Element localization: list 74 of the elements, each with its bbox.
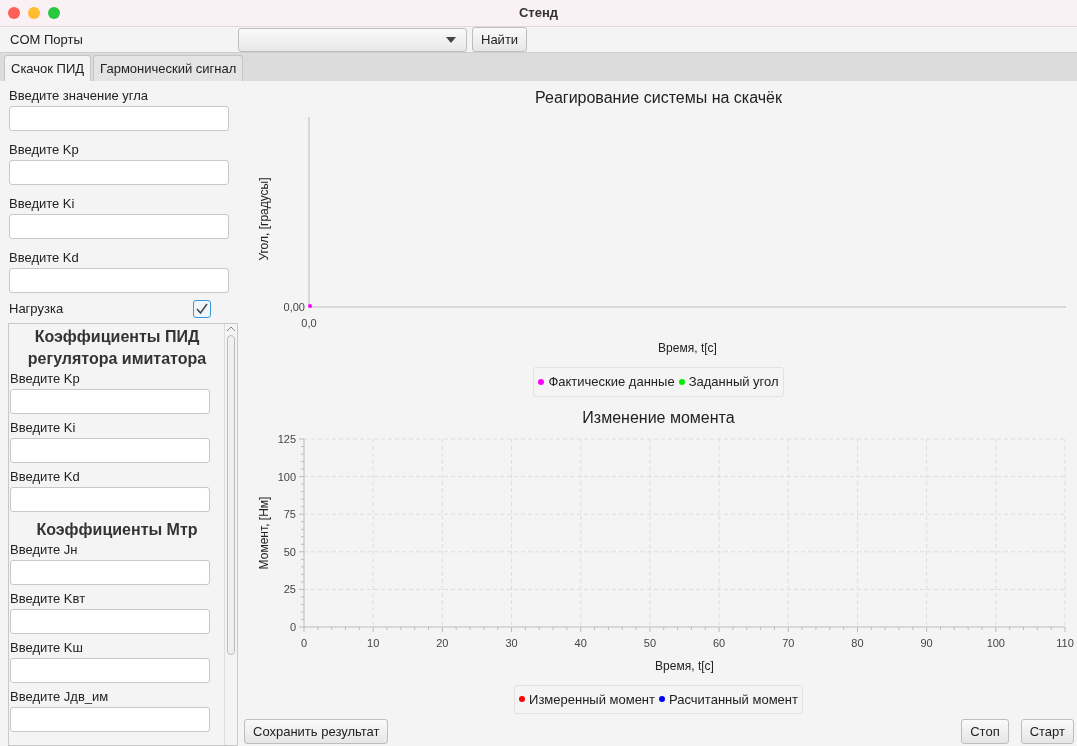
input-field[interactable] [10, 388, 210, 414]
stop-button[interactable]: Стоп [961, 719, 1009, 744]
tick-label: 0 [300, 636, 308, 649]
tick-label: 50 [283, 545, 296, 558]
tick-label: 90 [920, 636, 933, 649]
tick-label: 25 [283, 582, 296, 595]
scroll-thumb[interactable] [227, 334, 235, 655]
tick-label: 30 [505, 636, 518, 649]
field-label: Введите Kш [10, 638, 84, 656]
save-result-button[interactable]: Сохранить результат [244, 719, 389, 744]
tick-label: 0 [289, 620, 296, 633]
input-field[interactable] [10, 437, 210, 463]
input-field[interactable] [10, 559, 210, 585]
start-button[interactable]: Старт [1020, 719, 1074, 744]
axis-title: Время, t[c] [658, 341, 717, 355]
close-button[interactable] [8, 7, 20, 19]
field-label: Введите Kp [9, 141, 80, 158]
axis-title: Угол, [градусы] [257, 177, 271, 261]
field-label: Введите Kp [10, 369, 81, 387]
port-dropdown[interactable] [238, 27, 467, 52]
field-label: Введите Kвт [10, 589, 87, 607]
scrollbar[interactable] [224, 323, 237, 745]
input-field[interactable] [9, 160, 229, 185]
field-label: Введите Kd [10, 467, 81, 485]
input-field[interactable] [10, 657, 210, 683]
section-heading: Коэффициенты Мтр [35, 519, 199, 540]
tick-label: 40 [574, 636, 587, 649]
axis-title: Момент, [Нм] [257, 496, 271, 569]
input-field[interactable] [10, 706, 210, 732]
tick-label: 50 [643, 636, 657, 649]
toolbar-label: COM Порты [9, 30, 84, 49]
field-label: Введите Jн [10, 540, 79, 558]
tick-label: 100 [986, 636, 1005, 649]
caret-icon [446, 36, 456, 43]
tick-label: 110 [1056, 636, 1074, 649]
chart-title: Изменение момента [581, 407, 736, 428]
legend-label: Фактические данные [548, 373, 675, 391]
field-label: Введите Ki [9, 195, 76, 212]
minimize-button[interactable] [28, 7, 40, 19]
tick-label: 70 [782, 636, 795, 649]
field-label: Введите Ki [10, 418, 77, 436]
tab[interactable]: Гармонический сигнал [93, 55, 244, 81]
tick-label: 20 [436, 636, 449, 649]
tick-label: 10 [367, 636, 380, 649]
input-field[interactable] [10, 608, 210, 634]
tab[interactable]: Скачок ПИД [4, 55, 92, 81]
input-field[interactable] [10, 486, 210, 512]
field-label: Введите значение угла [9, 87, 149, 104]
input-field[interactable] [9, 214, 229, 239]
field-label: Введите Jдв_им [10, 687, 110, 705]
tick-label: 100 [277, 470, 296, 483]
input-field[interactable] [9, 106, 229, 131]
tick-label: 0,0 [301, 317, 317, 329]
find-button[interactable]: Найти [472, 27, 528, 52]
tick-label: 80 [851, 636, 864, 649]
window-title: Стенд [518, 4, 559, 23]
field-label: Введите Kd [9, 249, 80, 266]
section-heading: Коэффициенты ПИД регулятора имитатора [26, 326, 208, 369]
maximize-button[interactable] [48, 7, 60, 19]
tick-label: 75 [283, 507, 296, 520]
scroll-up-icon [227, 325, 235, 331]
tick-label: 125 [277, 432, 296, 445]
legend-label: Заданный угол [688, 373, 779, 391]
legend-label: Расчитанный момент [669, 690, 798, 709]
checkbox-label: Нагрузка [9, 300, 64, 318]
legend-label: Измеренный момент [529, 690, 655, 709]
chart-title: Реагирование системы на скачёк [534, 88, 783, 108]
tick-label: 60 [712, 636, 726, 649]
data-point [308, 304, 312, 308]
input-field[interactable] [9, 268, 229, 293]
tick-label: 0,00 [283, 301, 305, 313]
axis-title: Время, t[c] [655, 658, 714, 673]
check-icon [196, 303, 208, 315]
load-checkbox[interactable] [193, 299, 211, 318]
